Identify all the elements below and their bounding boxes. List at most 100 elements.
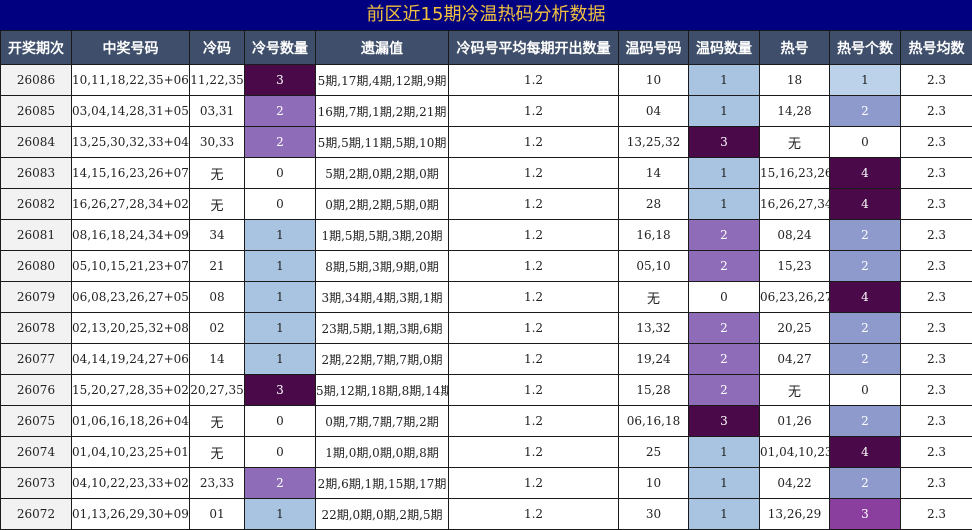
- cell-period: 26084: [0, 126, 72, 158]
- cell-hot-count: 2: [829, 312, 901, 344]
- cell-cold-count: 0: [244, 436, 316, 468]
- cell-hot: 01,26: [759, 405, 830, 437]
- cell-warm-count: 1: [688, 436, 760, 468]
- cell-hot: 14,28: [759, 95, 830, 127]
- cell-omission: 2期,22期,7期,7期,0期: [315, 343, 449, 375]
- cell-warm-count: 1: [688, 188, 760, 220]
- cell-omission: 8期,5期,3期,9期,0期: [315, 250, 449, 282]
- cell-cold: 无: [189, 436, 245, 468]
- cell-hot-avg: 2.3: [900, 219, 972, 251]
- cell-cold-count: 0: [244, 188, 316, 220]
- cell-hot: 01,04,10,23: [759, 436, 830, 468]
- cell-hot-count: 1: [829, 64, 901, 96]
- cell-numbers: 08,16,18,24,34+09,12: [71, 219, 190, 251]
- table-row: 2607906,08,23,26,27+05,120813期,34期,4期,3期…: [0, 281, 972, 313]
- table-row: 2607501,06,16,18,26+04,10无00期,7期,7期,7期,2…: [0, 405, 972, 437]
- cell-period: 26082: [0, 188, 72, 220]
- table-row: 2608413,25,30,32,33+04,0530,3325期,5期,11期…: [0, 126, 972, 158]
- cell-hot-count: 2: [829, 405, 901, 437]
- cell-period: 26079: [0, 281, 72, 313]
- header-omission: 遗漏值: [315, 30, 449, 65]
- cell-warm-count: 3: [688, 126, 760, 158]
- cell-hot-avg: 2.3: [900, 343, 972, 375]
- cell-cold-count: 1: [244, 312, 316, 344]
- cell-warm-count: 1: [688, 498, 760, 530]
- cell-warm-count: 1: [688, 95, 760, 127]
- cell-cold-count: 0: [244, 405, 316, 437]
- cell-hot-count: 2: [829, 250, 901, 282]
- table-row: 2608005,10,15,21,23+07,082118期,5期,3期,9期,…: [0, 250, 972, 282]
- cell-cold-count: 1: [244, 250, 316, 282]
- table-row: 2608216,26,27,28,34+02,06无00期,2期,2期,5期,0…: [0, 188, 972, 220]
- cell-omission: 0期,2期,2期,5期,0期: [315, 188, 449, 220]
- cell-hot-count: 2: [829, 95, 901, 127]
- page-title: 前区近15期冷温热码分析数据: [0, 0, 972, 30]
- cell-period: 26072: [0, 498, 72, 530]
- cell-hot-count: 0: [829, 126, 901, 158]
- cell-warm: 10: [618, 467, 689, 499]
- cell-hot-avg: 2.3: [900, 374, 972, 406]
- cell-warm: 06,16,18: [618, 405, 689, 437]
- cell-hot: 08,24: [759, 219, 830, 251]
- cell-cold-count: 1: [244, 498, 316, 530]
- cell-cold-avg: 1.2: [448, 219, 619, 251]
- cell-cold-avg: 1.2: [448, 188, 619, 220]
- cell-hot: 16,26,27,34: [759, 188, 830, 220]
- cell-numbers: 06,08,23,26,27+05,12: [71, 281, 190, 313]
- table-row: 2608503,04,14,28,31+05,0703,31216期,7期,1期…: [0, 95, 972, 127]
- cell-hot-count: 4: [829, 436, 901, 468]
- cell-hot-avg: 2.3: [900, 312, 972, 344]
- cell-warm: 13,25,32: [618, 126, 689, 158]
- cell-warm: 04: [618, 95, 689, 127]
- header-period: 开奖期次: [0, 30, 72, 65]
- cell-hot: 无: [759, 126, 830, 158]
- cell-numbers: 05,10,15,21,23+07,08: [71, 250, 190, 282]
- cell-hot-avg: 2.3: [900, 250, 972, 282]
- cell-period: 26073: [0, 467, 72, 499]
- cell-cold-avg: 1.2: [448, 343, 619, 375]
- cell-cold-count: 1: [244, 343, 316, 375]
- cell-hot-avg: 2.3: [900, 405, 972, 437]
- header-cold-avg: 冷码号平均每期开出数量: [448, 30, 619, 65]
- cell-warm-count: 2: [688, 374, 760, 406]
- cell-warm: 05,10: [618, 250, 689, 282]
- cell-numbers: 04,10,22,23,33+02,12: [71, 467, 190, 499]
- cell-cold-count: 0: [244, 157, 316, 189]
- cell-numbers: 01,06,16,18,26+04,10: [71, 405, 190, 437]
- cell-cold-avg: 1.2: [448, 281, 619, 313]
- cell-period: 26085: [0, 95, 72, 127]
- cell-cold-avg: 1.2: [448, 312, 619, 344]
- cell-period: 26083: [0, 157, 72, 189]
- table-row: 2607704,14,19,24,27+06,071412期,22期,7期,7期…: [0, 343, 972, 375]
- cell-cold-avg: 1.2: [448, 467, 619, 499]
- table-row: 2607615,20,27,28,35+02,1120,27,3535期,12期…: [0, 374, 972, 406]
- cell-hot: 20,25: [759, 312, 830, 344]
- cell-cold-count: 2: [244, 95, 316, 127]
- cell-period: 26077: [0, 343, 72, 375]
- table-row: 2608314,15,16,23,26+07,09无05期,2期,0期,2期,0…: [0, 157, 972, 189]
- cell-hot: 15,16,23,26: [759, 157, 830, 189]
- cell-omission: 22期,0期,0期,2期,5期: [315, 498, 449, 530]
- cell-numbers: 01,13,26,29,30+09,11: [71, 498, 190, 530]
- cell-warm: 14: [618, 157, 689, 189]
- cell-omission: 5期,2期,0期,2期,0期: [315, 157, 449, 189]
- cell-warm: 16,18: [618, 219, 689, 251]
- cell-cold-avg: 1.2: [448, 64, 619, 96]
- cell-hot-avg: 2.3: [900, 157, 972, 189]
- cell-warm: 15,28: [618, 374, 689, 406]
- cell-numbers: 10,11,18,22,35+06,12: [71, 64, 190, 96]
- cell-warm: 19,24: [618, 343, 689, 375]
- cell-cold: 01: [189, 498, 245, 530]
- header-numbers: 中奖号码: [71, 30, 190, 65]
- cell-period: 26075: [0, 405, 72, 437]
- header-row: 开奖期次 中奖号码 冷码 冷号数量 遗漏值 冷码号平均每期开出数量 温码号码 温…: [0, 30, 972, 65]
- cell-omission: 1期,5期,5期,3期,20期: [315, 219, 449, 251]
- cell-hot-count: 4: [829, 188, 901, 220]
- cell-cold-avg: 1.2: [448, 126, 619, 158]
- cell-cold-count: 2: [244, 126, 316, 158]
- cell-hot: 06,23,26,27: [759, 281, 830, 313]
- cell-cold: 23,33: [189, 467, 245, 499]
- cell-omission: 0期,7期,7期,7期,2期: [315, 405, 449, 437]
- cell-cold: 03,31: [189, 95, 245, 127]
- cell-cold: 34: [189, 219, 245, 251]
